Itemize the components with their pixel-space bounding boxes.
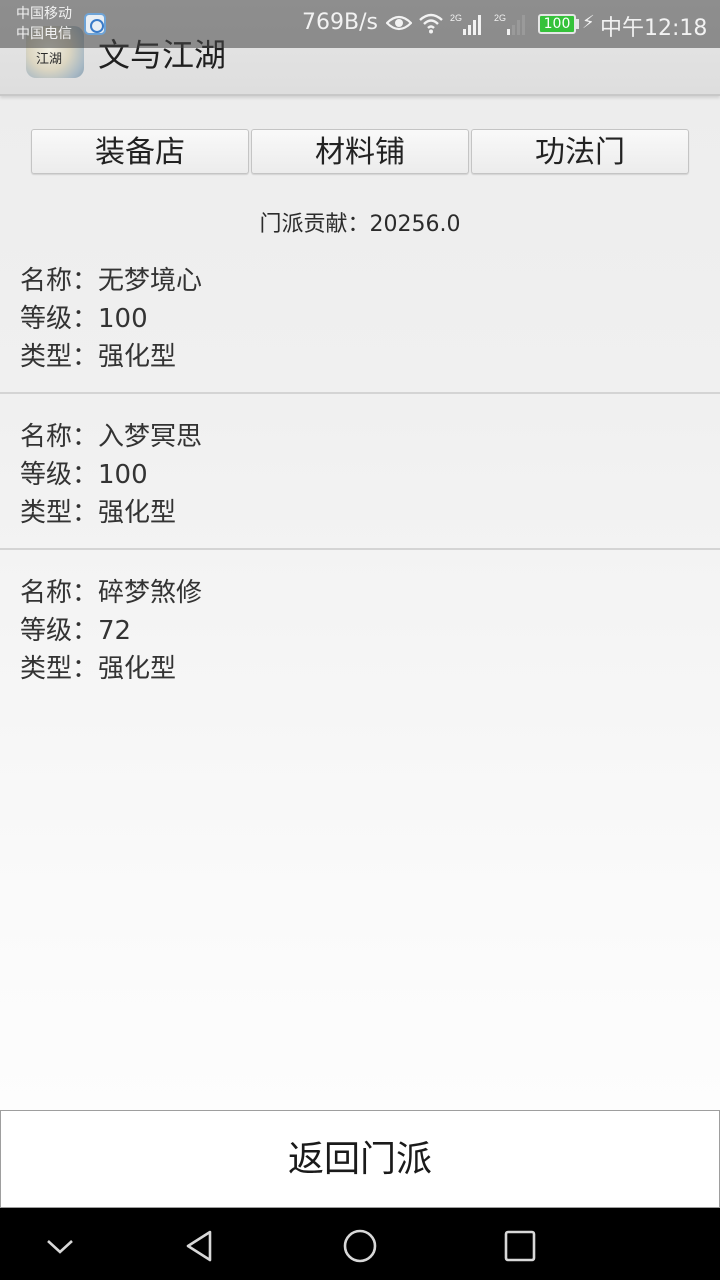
recents-icon[interactable] — [502, 1228, 538, 1264]
tab-skill-gate[interactable]: 功法门 — [471, 129, 689, 174]
app-logo-text: 江湖 — [36, 52, 63, 67]
carrier-1: 中国移动 — [16, 6, 72, 22]
item-type: 类型：强化型 — [20, 498, 177, 528]
item-type: 类型：强化型 — [20, 654, 177, 684]
battery-icon: 100 — [538, 14, 576, 34]
chevron-down-icon[interactable] — [42, 1228, 78, 1264]
return-to-sect-button[interactable]: 返回门派 — [0, 1110, 720, 1208]
carrier-2: 中国电信 — [16, 26, 72, 42]
eye-icon — [386, 15, 412, 31]
item-name: 名称：无梦境心 — [20, 266, 203, 296]
item-level: 等级：100 — [20, 304, 148, 334]
item-type: 类型：强化型 — [20, 342, 177, 372]
item-level: 等级：72 — [20, 616, 132, 646]
item-name: 名称：入梦冥思 — [20, 422, 203, 452]
item-name: 名称：碎梦煞修 — [20, 578, 203, 608]
charging-icon: ⚡ — [582, 12, 595, 33]
battery-tip — [576, 19, 579, 29]
navigation-bar — [0, 1208, 720, 1280]
network-speed: 769B/s — [302, 10, 378, 35]
signal-icon: 2G — [494, 13, 525, 35]
status-bar: 中国移动 中国电信 769B/s 2G 2G 100 ⚡ 中午12:18 — [0, 0, 720, 48]
tab-material-shop[interactable]: 材料铺 — [251, 129, 469, 174]
signal-2-label: 2G — [494, 13, 506, 23]
list-item[interactable]: 名称：无梦境心 等级：100 类型：强化型 — [0, 238, 720, 394]
notification-app-icon — [84, 13, 106, 35]
sect-contribution: 门派贡献：20256.0 — [259, 212, 461, 237]
item-level: 等级：100 — [20, 460, 148, 490]
status-clock: 中午12:18 — [600, 16, 708, 41]
list-item[interactable]: 名称：碎梦煞修 等级：72 类型：强化型 — [0, 550, 720, 706]
back-icon[interactable] — [182, 1228, 218, 1264]
tab-equipment-shop[interactable]: 装备店 — [31, 129, 249, 174]
signal-icon: 2G — [450, 13, 481, 35]
wifi-icon — [419, 13, 443, 34]
list-item[interactable]: 名称：入梦冥思 等级：100 类型：强化型 — [0, 394, 720, 550]
signal-1-label: 2G — [450, 13, 462, 23]
home-icon[interactable] — [342, 1228, 378, 1264]
